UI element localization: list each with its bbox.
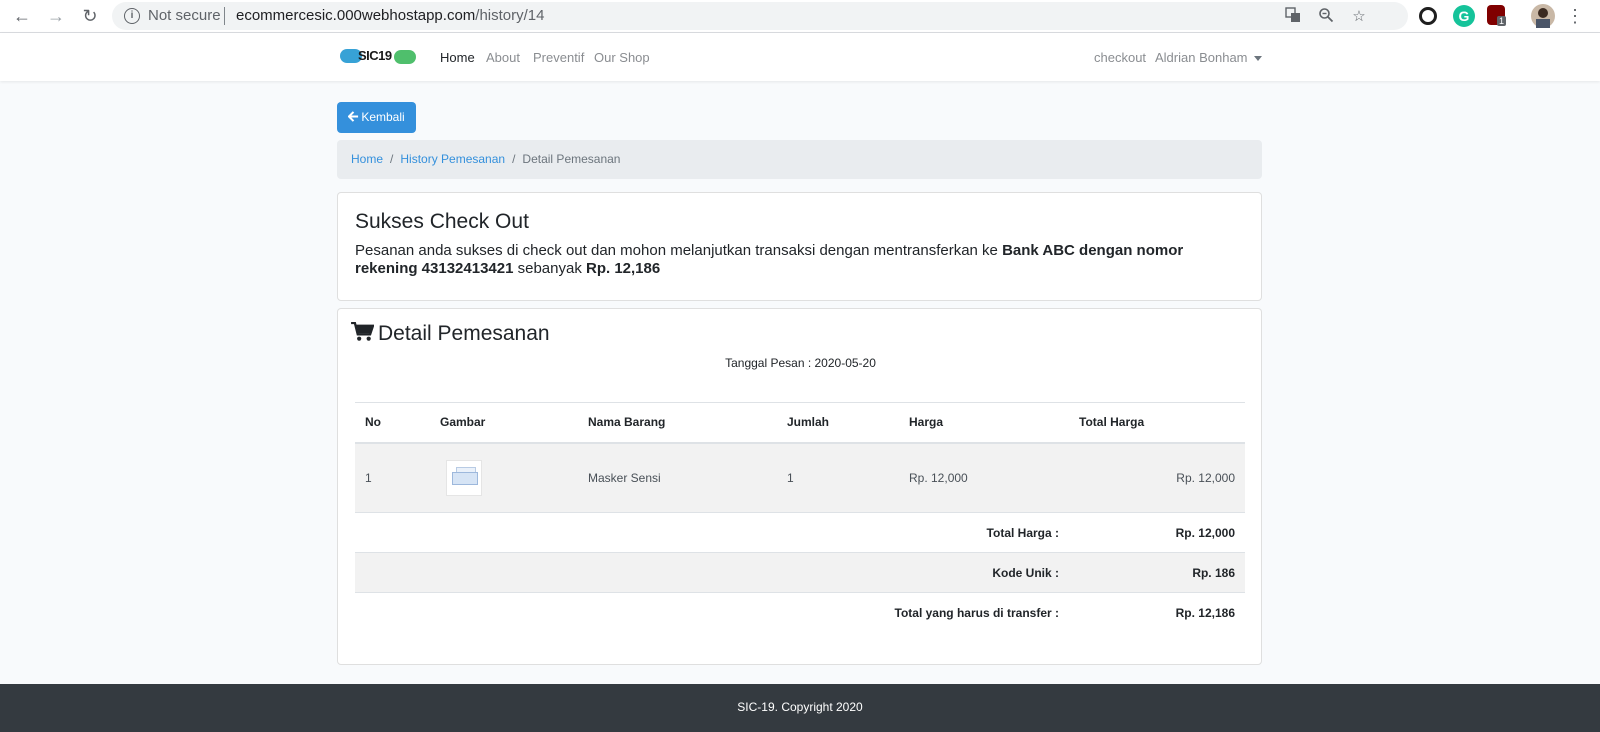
grammarly-icon[interactable]: G xyxy=(1453,5,1475,27)
order-date: Tanggal Pesan : 2020-05-20 xyxy=(725,356,876,370)
browser-menu-icon[interactable]: ⋮ xyxy=(1566,4,1584,28)
omnibox-divider xyxy=(224,7,225,25)
summary-label: Total yang harus di transfer : xyxy=(355,592,1069,633)
order-table: No Gambar Nama Barang Jumlah Harga Total… xyxy=(355,402,1245,633)
security-label: Not secure xyxy=(148,7,221,24)
success-title: Sukses Check Out xyxy=(355,210,529,233)
order-detail-card: Detail Pemesanan Tanggal Pesan : 2020-05… xyxy=(337,308,1262,665)
breadcrumb-divider: / xyxy=(390,152,394,166)
url-host: ecommercesic.000webhostapp.com xyxy=(236,7,476,24)
user-name: Aldrian Bonham xyxy=(1155,50,1248,65)
cell-jumlah: 1 xyxy=(777,442,899,513)
footer-copyright: SIC-19. Copyright 2020 xyxy=(737,700,863,714)
user-dropdown[interactable]: Aldrian Bonham xyxy=(1155,50,1262,65)
site-navbar: SIC19 Home About Preventif Our Shop chec… xyxy=(0,33,1600,81)
brand-text: SIC19 xyxy=(358,48,392,63)
success-text-mid: sebanyak xyxy=(513,260,586,277)
nav-preventif[interactable]: Preventif xyxy=(533,50,584,65)
summary-label: Total Harga : xyxy=(355,512,1069,553)
breadcrumb-home[interactable]: Home xyxy=(351,152,383,166)
chevron-down-icon xyxy=(1253,56,1262,62)
address-bar[interactable]: i Not secure ecommercesic.000webhostapp.… xyxy=(112,2,1408,30)
back-button[interactable]: Kembali xyxy=(337,102,416,133)
nav-our-shop[interactable]: Our Shop xyxy=(594,50,650,65)
cell-total-harga: Rp. 12,000 xyxy=(1069,442,1245,513)
success-text-pre: Pesanan anda sukses di check out dan moh… xyxy=(355,242,1003,259)
col-total-harga: Total Harga xyxy=(1069,402,1245,444)
url-text[interactable]: ecommercesic.000webhostapp.com/history/1… xyxy=(236,7,545,24)
info-icon[interactable]: i xyxy=(124,8,140,24)
col-nama-barang: Nama Barang xyxy=(578,402,777,444)
site-footer: SIC-19. Copyright 2020 xyxy=(0,684,1600,732)
breadcrumb-current: Detail Pemesanan xyxy=(522,152,621,166)
order-title: Detail Pemesanan xyxy=(351,321,550,346)
col-gambar: Gambar xyxy=(430,402,578,444)
ublock-icon[interactable]: 1 xyxy=(1487,5,1507,26)
svg-text:G: G xyxy=(1459,8,1470,24)
cell-gambar xyxy=(430,442,578,513)
summary-value: Rp. 186 xyxy=(1069,552,1245,593)
sync-extension-icon[interactable] xyxy=(1419,7,1437,25)
nav-checkout[interactable]: checkout xyxy=(1094,50,1146,65)
nav-about[interactable]: About xyxy=(486,50,520,65)
summary-row-total: Total Harga : Rp. 12,000 xyxy=(355,512,1245,553)
cell-nama-barang: Masker Sensi xyxy=(578,442,777,513)
back-button-label: Kembali xyxy=(361,110,405,124)
summary-row-kode-unik: Kode Unik : Rp. 186 xyxy=(355,552,1245,593)
brand-logo[interactable]: SIC19 xyxy=(340,45,416,69)
extension-badge: 1 xyxy=(1497,16,1507,26)
arrow-left-icon xyxy=(347,111,359,122)
product-box-front xyxy=(452,471,478,485)
success-message: Pesanan anda sukses di check out dan moh… xyxy=(355,242,1245,278)
col-jumlah: Jumlah xyxy=(777,402,899,444)
table-row: 1 Masker Sensi 1 Rp. 12,000 Rp. 12,000 xyxy=(355,442,1245,513)
zoom-icon[interactable] xyxy=(1316,7,1336,27)
summary-value: Rp. 12,186 xyxy=(1069,592,1245,633)
logo-cloud-green xyxy=(394,50,416,64)
reload-icon[interactable]: ↻ xyxy=(78,4,102,28)
nav-home[interactable]: Home xyxy=(440,50,475,65)
transfer-amount: Rp. 12,186 xyxy=(586,260,661,277)
col-harga: Harga xyxy=(899,402,1069,444)
table-header-row: No Gambar Nama Barang Jumlah Harga Total… xyxy=(355,402,1245,444)
summary-label: Kode Unik : xyxy=(355,552,1069,593)
breadcrumb-history[interactable]: History Pemesanan xyxy=(400,152,505,166)
shopping-cart-icon xyxy=(351,321,375,341)
col-no: No xyxy=(355,402,430,444)
summary-row-transfer: Total yang harus di transfer : Rp. 12,18… xyxy=(355,592,1245,633)
bookmark-star-icon[interactable]: ☆ xyxy=(1349,7,1369,27)
cell-no: 1 xyxy=(355,442,430,513)
order-title-text: Detail Pemesanan xyxy=(378,322,550,345)
url-path: /history/14 xyxy=(475,7,545,24)
summary-value: Rp. 12,000 xyxy=(1069,512,1245,553)
back-arrow-icon[interactable]: ← xyxy=(10,4,34,28)
cell-harga: Rp. 12,000 xyxy=(899,442,1069,513)
browser-toolbar: ← → ↻ i Not secure ecommercesic.000webho… xyxy=(0,0,1600,33)
profile-avatar[interactable] xyxy=(1531,4,1555,28)
success-card: Sukses Check Out Pesanan anda sukses di … xyxy=(337,192,1262,301)
translate-icon[interactable] xyxy=(1283,7,1303,27)
forward-arrow-icon[interactable]: → xyxy=(44,4,68,28)
breadcrumb: Home / History Pemesanan / Detail Pemesanan xyxy=(337,140,1262,179)
product-image xyxy=(446,459,482,496)
breadcrumb-divider: / xyxy=(512,152,516,166)
